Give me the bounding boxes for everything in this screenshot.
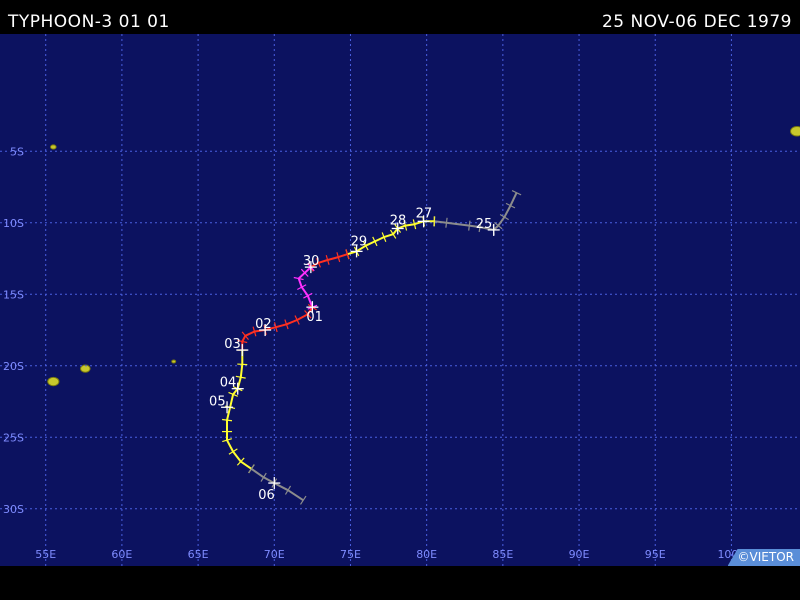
storm-title: TYPHOON-3 01 01	[8, 12, 170, 32]
lat-label: 15S	[3, 288, 24, 301]
day-label: 06	[258, 488, 275, 503]
six-hour-tick	[237, 363, 248, 366]
day-label: 03	[224, 337, 241, 352]
lon-label: 80E	[416, 548, 437, 561]
day-label: 04	[220, 376, 237, 391]
credit-badge: ©VIETOR	[727, 549, 800, 566]
date-range: 25 NOV-06 DEC 1979	[601, 12, 792, 32]
lon-label: 95E	[645, 548, 666, 561]
lon-label: 90E	[569, 548, 590, 561]
lat-label: 10S	[3, 217, 24, 230]
lon-label: 70E	[264, 548, 285, 561]
lat-label: 25S	[3, 431, 24, 444]
day-label: 28	[390, 213, 407, 228]
day-label: 01	[306, 310, 323, 325]
island-rodrigues	[171, 359, 177, 364]
lat-label: 20S	[3, 360, 24, 373]
day-label: 27	[416, 206, 433, 221]
island-sumatra-tip	[790, 125, 800, 137]
lat-label: 30S	[3, 503, 24, 516]
ocean-background	[0, 34, 800, 566]
day-label: 29	[351, 234, 368, 249]
day-label: 30	[303, 254, 320, 269]
day-label: 05	[209, 394, 226, 409]
island-reunion	[47, 376, 60, 387]
track-map: 25 27 28 29 30 01 02 03 04 05 06 55E 60E 65E 70E 75E 80…	[0, 34, 800, 566]
lat-label: 5S	[10, 145, 24, 158]
day-label: 25	[476, 217, 493, 232]
header-bar: TYPHOON-3 01 01 25 NOV-06 DEC 1979	[0, 0, 800, 34]
day-label: 02	[255, 317, 272, 332]
lon-label: 85E	[492, 548, 513, 561]
footer-bar	[0, 566, 800, 600]
lon-label: 65E	[188, 548, 209, 561]
lon-label: 60E	[111, 548, 132, 561]
lon-label: 55E	[35, 548, 56, 561]
island-seychelles	[50, 144, 57, 150]
lon-label: 75E	[340, 548, 361, 561]
